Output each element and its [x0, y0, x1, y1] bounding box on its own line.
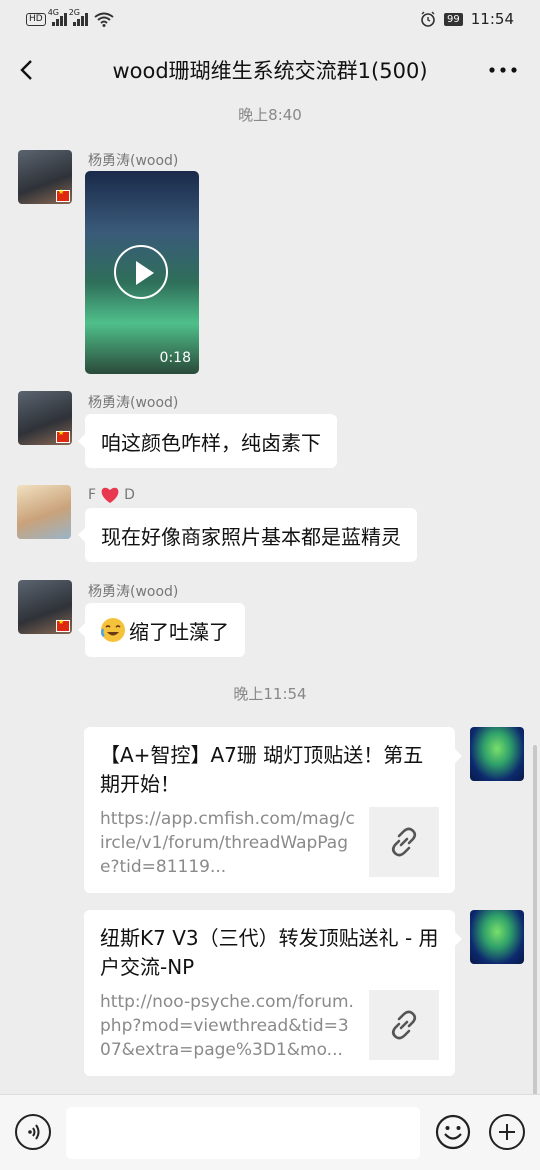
- network-type-2: 2G: [68, 8, 80, 17]
- message-text: 缩了吐藻了: [129, 619, 229, 644]
- link-card[interactable]: 【A+智控】A7珊 瑚灯顶贴送！第五期开始！ https://app.cmfis…: [84, 727, 462, 893]
- avatar[interactable]: [18, 150, 72, 204]
- link-thumbnail: [369, 990, 439, 1060]
- clock: 11:54: [470, 10, 514, 28]
- chat-title: wood珊瑚维生系统交流群1(500): [112, 59, 428, 83]
- signal-icon: 4G: [48, 8, 67, 26]
- sender-name: F D: [88, 486, 135, 504]
- my-avatar[interactable]: [470, 910, 524, 964]
- scrollbar[interactable]: [533, 745, 537, 1095]
- link-card-title: 纽斯K7 V3（三代）转发顶贴送礼 - 用户交流-NP: [100, 926, 439, 979]
- sender-name: 杨勇涛(wood): [88, 395, 179, 411]
- sender-name-part: F: [88, 487, 97, 503]
- message-bubble[interactable]: 现在好像商家照片基本都是蓝精灵: [78, 508, 417, 562]
- add-icon[interactable]: [489, 1114, 525, 1150]
- link-icon: [391, 1010, 417, 1040]
- flag-icon: [56, 188, 70, 202]
- video-duration: 0:18: [159, 350, 191, 366]
- link-icon: [391, 827, 417, 857]
- alarm-icon: [421, 11, 435, 27]
- avatar[interactable]: [17, 485, 71, 539]
- timestamp: 晚上8:40: [238, 106, 302, 124]
- avatar[interactable]: [18, 580, 72, 634]
- link-card-url: https://app.cmfish.com/mag/circle/v1/for…: [100, 809, 355, 877]
- link-card[interactable]: 纽斯K7 V3（三代）转发顶贴送礼 - 用户交流-NP http://noo-p…: [84, 910, 462, 1076]
- link-thumbnail: [369, 807, 439, 877]
- flag-icon: [56, 618, 70, 632]
- flag-icon: [56, 429, 70, 443]
- signal-icon-2: 2G: [69, 8, 88, 26]
- link-card-title: 【A+智控】A7珊 瑚灯顶贴送！第五期开始！: [100, 743, 424, 796]
- sender-name: 杨勇涛(wood): [88, 153, 179, 169]
- crying-laugh-emoji-icon: [101, 618, 125, 642]
- input-bar: [0, 1094, 540, 1170]
- battery-indicator: 99: [444, 12, 463, 26]
- more-icon[interactable]: [488, 60, 518, 80]
- voice-input-icon[interactable]: [15, 1114, 51, 1150]
- timestamp: 晚上11:54: [233, 685, 307, 703]
- chat-header: wood珊瑚维生系统交流群1(500): [0, 38, 540, 102]
- wifi-icon: [94, 12, 114, 27]
- play-icon[interactable]: [114, 245, 168, 299]
- emoji-icon[interactable]: [435, 1114, 471, 1150]
- heart-icon: [101, 487, 119, 503]
- sender-name-part: D: [124, 487, 135, 503]
- status-bar: HD 4G 2G 99 11:54: [0, 0, 540, 38]
- message-bubble[interactable]: 咱这颜色咋样，纯卤素下: [78, 414, 337, 468]
- my-avatar[interactable]: [470, 727, 524, 781]
- sender-name: 杨勇涛(wood): [88, 584, 179, 600]
- message-input[interactable]: [66, 1107, 420, 1159]
- video-message[interactable]: 0:18: [85, 171, 199, 374]
- avatar[interactable]: [18, 391, 72, 445]
- message-bubble[interactable]: 缩了吐藻了: [78, 603, 245, 657]
- hd-icon: HD: [26, 12, 46, 26]
- network-type-1: 4G: [47, 8, 59, 17]
- link-card-url: http://noo-psyche.com/forum.php?mod=view…: [100, 992, 354, 1060]
- back-icon[interactable]: [14, 56, 42, 84]
